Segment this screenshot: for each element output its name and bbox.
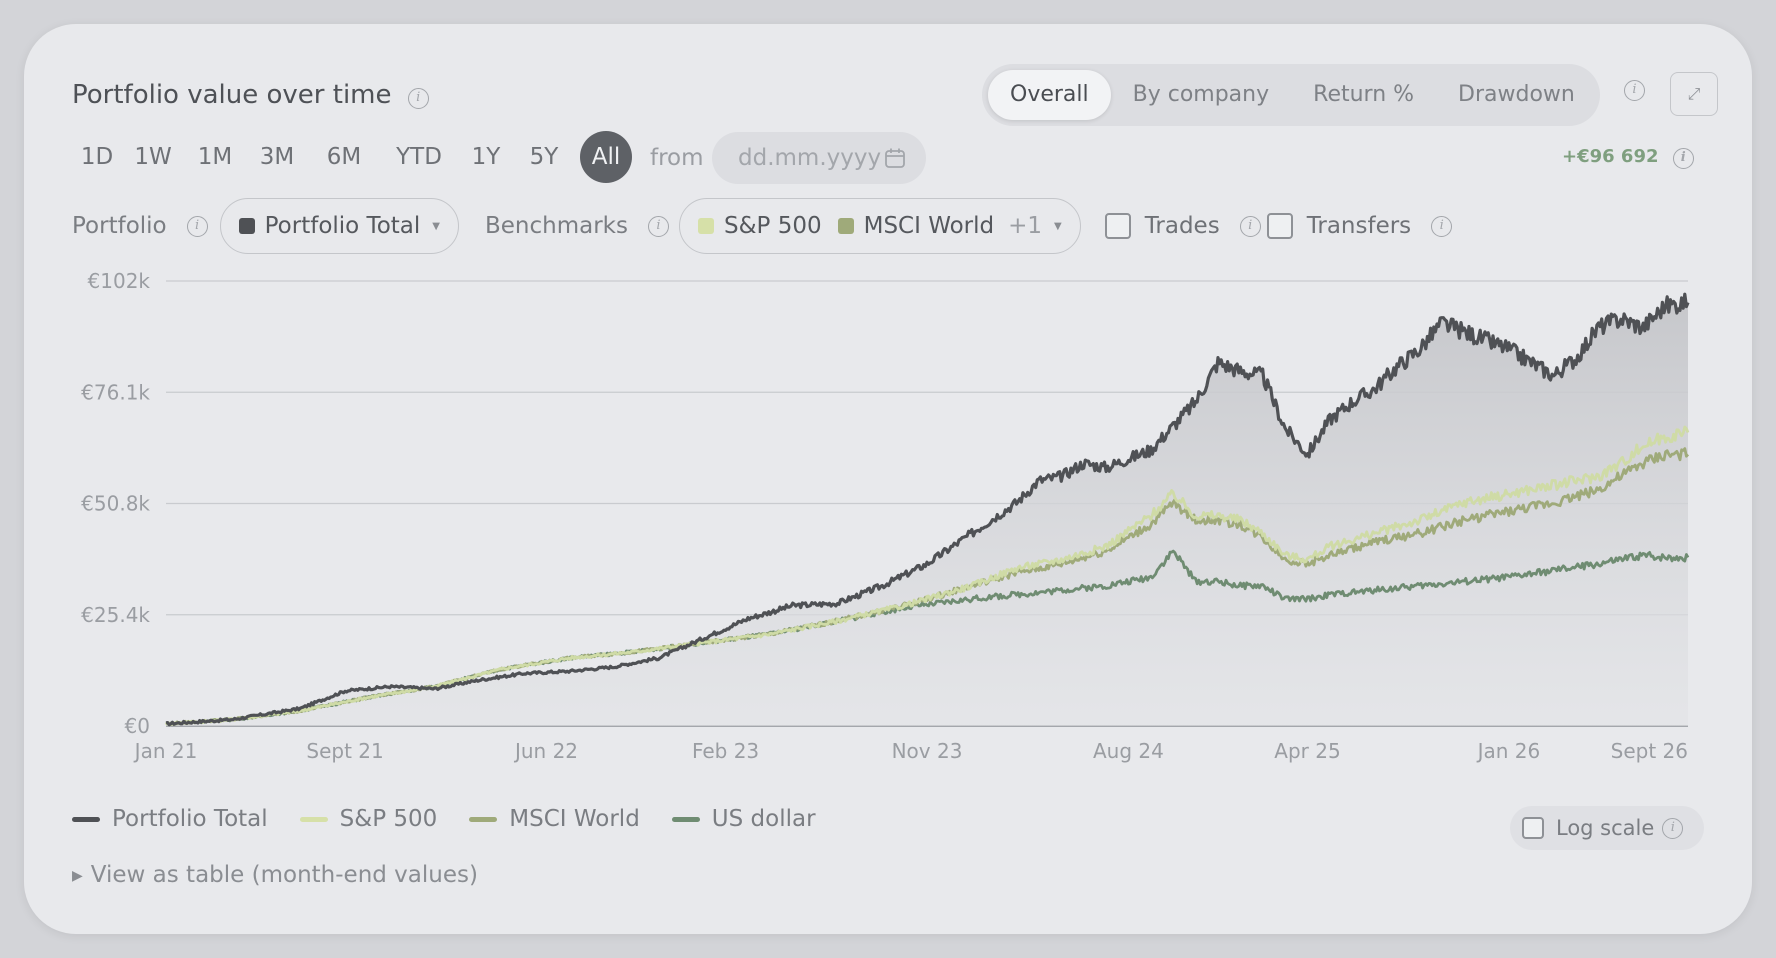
y-tick-label: €76.1k	[81, 380, 150, 404]
log-scale-checkbox[interactable]	[1522, 817, 1544, 839]
x-tick-label: Apr 25	[1274, 739, 1340, 763]
y-tick-label: €102k	[88, 269, 151, 293]
x-tick-label: Sept 21	[306, 739, 383, 763]
legend-us-dollar[interactable]: US dollar	[671, 806, 816, 832]
legend-portfolio-total[interactable]: Portfolio Total	[72, 806, 268, 832]
x-tick-label: Sept 26	[1611, 739, 1688, 763]
x-tick-label: Nov 23	[892, 739, 963, 763]
triangle-right-icon: ▶	[72, 868, 83, 884]
y-tick-label: €25.4k	[81, 603, 150, 627]
log-scale-info-icon[interactable]: i	[1662, 817, 1684, 839]
legend-msci-world[interactable]: MSCI World	[469, 806, 640, 832]
view-as-table-toggle[interactable]: ▶ View as table (month-end values)	[72, 862, 478, 888]
y-tick-label: €0	[125, 714, 150, 738]
chart-legend: Portfolio Total S&P 500 MSCI World US do…	[72, 806, 848, 832]
x-tick-label: Jan 21	[133, 739, 198, 763]
legend-sp500[interactable]: S&P 500	[299, 806, 437, 832]
portfolio-area	[166, 294, 1688, 726]
x-tick-label: Jan 26	[1476, 739, 1541, 763]
x-tick-label: Feb 23	[692, 739, 759, 763]
x-tick-label: Jun 22	[513, 739, 578, 763]
x-tick-label: Aug 24	[1093, 739, 1164, 763]
log-scale-toggle[interactable]: Log scale i	[1510, 806, 1704, 850]
y-tick-label: €50.8k	[81, 492, 150, 516]
